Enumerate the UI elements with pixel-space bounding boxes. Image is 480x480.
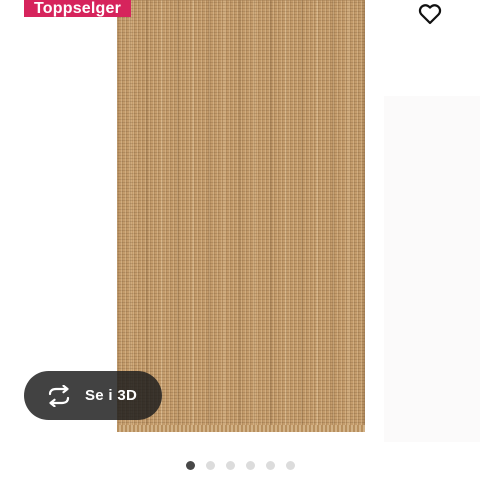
- product-image-edge: [117, 425, 365, 432]
- carousel-pagination: [186, 460, 306, 470]
- heart-icon: [418, 4, 442, 25]
- product-image[interactable]: [117, 0, 365, 432]
- carousel-dot[interactable]: [286, 460, 295, 470]
- carousel-dot[interactable]: [266, 460, 275, 470]
- view-in-3d-button[interactable]: Se i 3D: [24, 371, 162, 420]
- rotate-3d-icon: [46, 383, 72, 409]
- carousel-dot[interactable]: [206, 460, 215, 470]
- carousel-dot[interactable]: [226, 460, 235, 470]
- product-image-viewer[interactable]: Toppselger Se i 3D: [0, 0, 480, 480]
- bestseller-badge: Toppselger: [24, 0, 132, 17]
- favorite-button[interactable]: [414, 0, 446, 28]
- carousel-dot[interactable]: [186, 460, 195, 470]
- view-in-3d-label: Se i 3D: [85, 387, 138, 404]
- bestseller-badge-label: Toppselger: [34, 0, 122, 17]
- background-panel: [384, 96, 480, 442]
- carousel-dot[interactable]: [246, 460, 255, 470]
